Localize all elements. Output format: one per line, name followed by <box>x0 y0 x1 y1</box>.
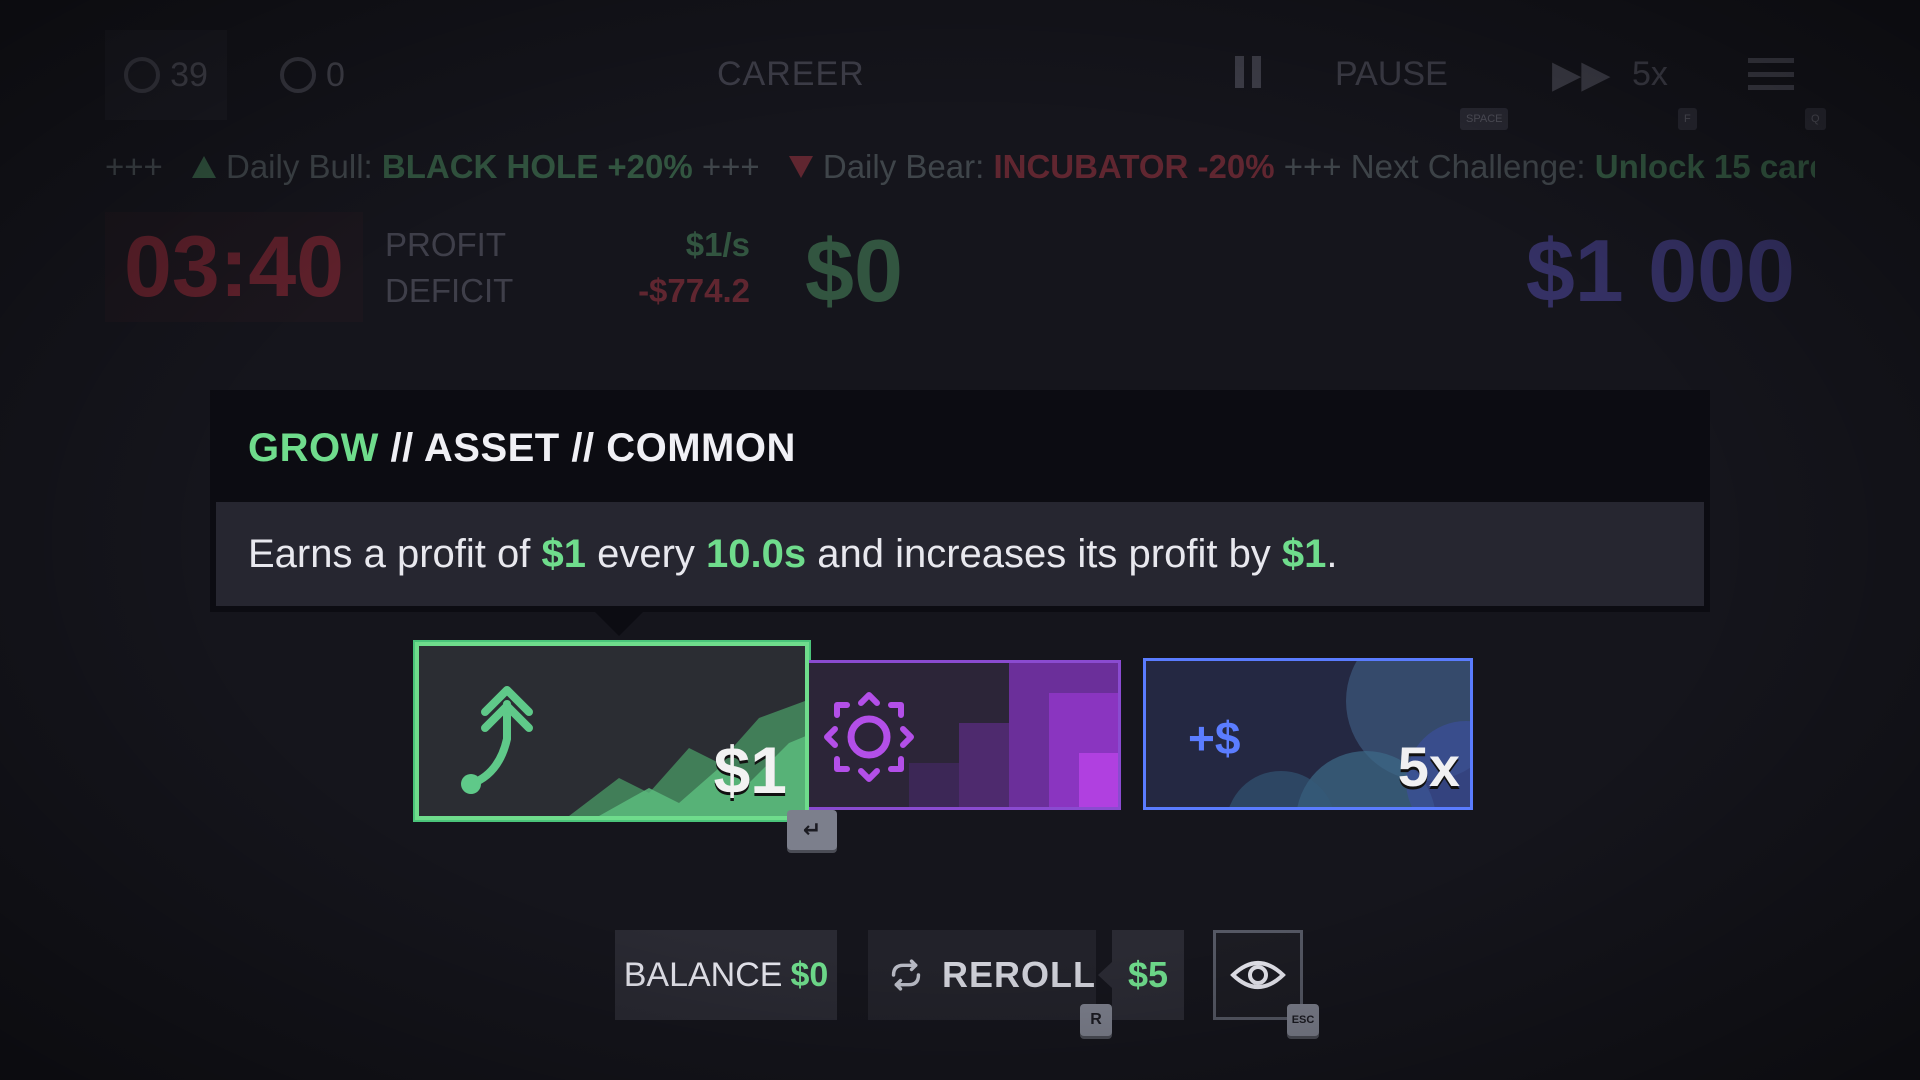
card-multiplier: 5x <box>1397 735 1460 798</box>
card-rarity: COMMON <box>606 426 796 470</box>
pixel-art <box>909 763 959 807</box>
card-category: ASSET <box>423 426 560 470</box>
hamburger-menu-icon[interactable] <box>1748 58 1794 90</box>
cycle-card[interactable] <box>809 660 1121 810</box>
news-ticker: +++ Daily Bull: BLACK HOLE +20% +++ Dail… <box>105 148 1815 192</box>
reroll-price: $5 <box>1098 930 1184 1020</box>
countdown-timer: 03:40 <box>105 212 363 322</box>
desc-increase: $1 <box>1281 531 1327 576</box>
bull-label: Daily Bull: <box>226 148 373 185</box>
xp-value: 39 <box>170 55 208 94</box>
profit-label: PROFIT <box>385 226 506 263</box>
desc-interval: 10.0s <box>706 531 807 576</box>
challenge-value: Unlock 15 cards <box>1594 148 1815 185</box>
reroll-label: REROLL <box>942 954 1096 995</box>
challenge-label: Next Challenge: <box>1350 148 1586 185</box>
eye-icon <box>1230 961 1286 989</box>
profit-rate: $1/s <box>685 226 750 263</box>
reroll-button[interactable]: REROLL <box>868 930 1096 1020</box>
esc-key-hint: ESC <box>1287 1004 1319 1036</box>
card-type: GROW <box>248 426 379 470</box>
current-balance: $0 <box>805 221 903 320</box>
header-separator: // <box>571 426 595 470</box>
coin-icon <box>280 57 316 93</box>
balance-label: BALANCE <box>623 955 783 994</box>
growth-arrow-icon <box>461 686 533 794</box>
header-separator: // <box>390 426 414 470</box>
tooltip-description: Earns a profit of $1 every 10.0s and inc… <box>216 502 1704 606</box>
stats-bar: 03:40 PROFIT DEFICIT $1/s -$774.2 $0 $1 … <box>105 212 1815 322</box>
desc-amount: $1 <box>541 531 586 576</box>
cycle-expand-icon <box>824 692 914 782</box>
speed-value[interactable]: 5x <box>1632 55 1668 94</box>
pause-key-hint: SPACE <box>1460 108 1509 130</box>
card-tooltip: GROW // ASSET // COMMON Earns a profit o… <box>210 390 1710 612</box>
multiplier-card[interactable]: +$ 5x <box>1143 658 1473 810</box>
shop-balance: BALANCE $0 <box>615 930 837 1020</box>
desc-text: Earns a profit of <box>248 531 542 576</box>
coin-value: 0 <box>326 55 345 94</box>
bear-value: INCUBATOR -20% <box>993 148 1275 185</box>
bull-value: BLACK HOLE +20% <box>381 148 693 185</box>
bear-label: Daily Bear: <box>822 148 985 185</box>
bull-arrow-icon <box>192 156 216 178</box>
desc-text: every <box>585 531 707 576</box>
speed-key-hint: F <box>1678 108 1697 130</box>
top-bar: 39 0 CAREER PAUSE ▶▶ 5x SPACE F Q <box>105 30 1826 130</box>
enter-key-hint: ↵ <box>787 810 837 850</box>
goal-amount: $1 000 <box>1525 221 1795 320</box>
coin-counter: 0 <box>280 30 345 120</box>
pause-icon[interactable] <box>1235 56 1261 88</box>
reroll-key-hint: R <box>1080 1004 1112 1036</box>
ticker-prefix: +++ <box>105 148 163 185</box>
bear-arrow-icon <box>788 156 813 178</box>
plus-dollar-icon: +$ <box>1188 712 1241 764</box>
card-value: $1 <box>713 733 787 807</box>
pixel-art <box>1079 753 1118 807</box>
refresh-icon <box>891 959 921 991</box>
menu-key-hint: Q <box>1805 108 1826 130</box>
balance-value: $0 <box>790 955 829 994</box>
xp-counter: 39 <box>105 30 227 120</box>
mode-title: CAREER <box>717 55 865 93</box>
tooltip-pointer <box>593 610 645 636</box>
pause-button[interactable]: PAUSE <box>1335 55 1448 94</box>
fast-forward-icon[interactable]: ▶▶ <box>1552 52 1610 97</box>
deficit-label: DEFICIT <box>385 272 514 309</box>
grow-card[interactable]: $1 <box>415 642 809 820</box>
desc-text: . <box>1326 531 1338 576</box>
ticker-sep: +++ <box>1283 148 1342 185</box>
target-icon <box>124 57 161 93</box>
tooltip-header: GROW // ASSET // COMMON <box>248 426 796 471</box>
deficit-value: -$774.2 <box>638 272 750 309</box>
pixel-art <box>959 723 1009 807</box>
desc-text: and increases its profit by <box>806 531 1282 576</box>
ticker-sep: +++ <box>701 148 760 185</box>
